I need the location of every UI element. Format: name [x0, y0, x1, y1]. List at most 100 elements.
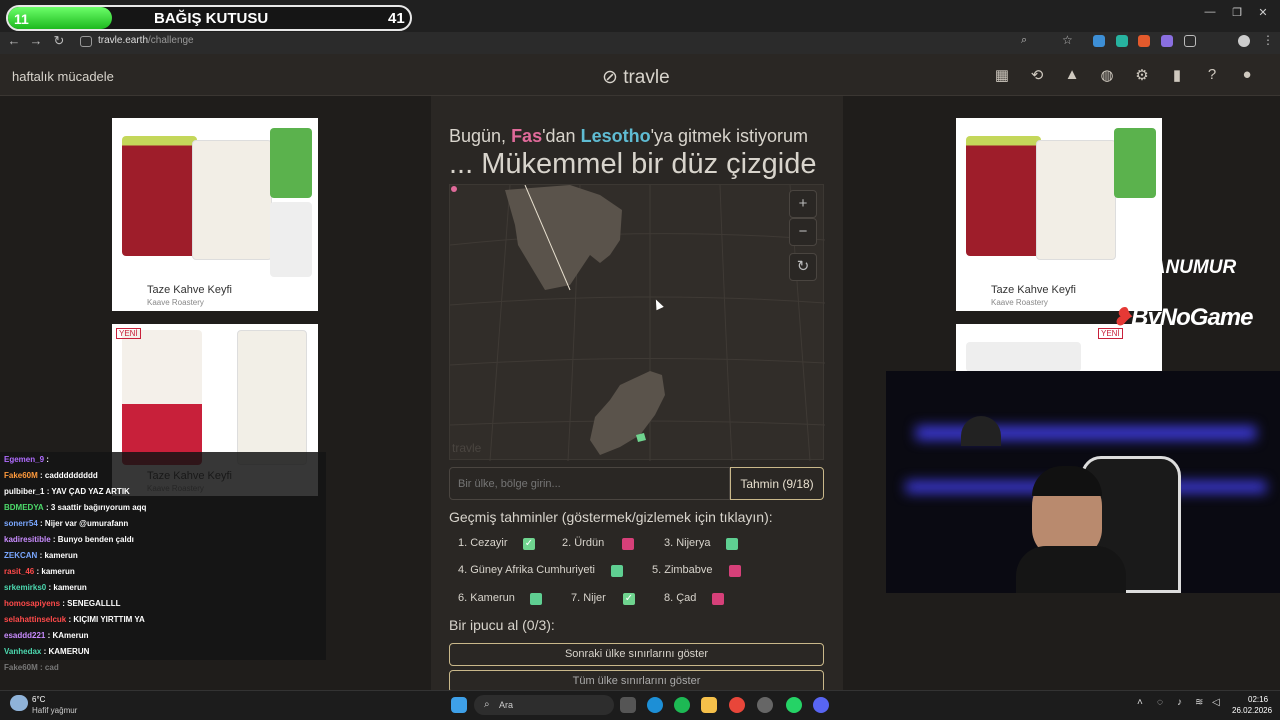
southern-africa-countries [590, 371, 665, 455]
help-icon[interactable]: ? [1203, 66, 1221, 84]
zoom-out-button[interactable]: − [789, 218, 817, 246]
chat-message: Vanhedax : KAMERUN [4, 647, 89, 656]
route-icon[interactable]: ⟲ [1028, 66, 1046, 84]
calendar-icon[interactable]: ▦ [993, 66, 1011, 84]
start-menu-icon[interactable] [451, 697, 467, 713]
extensions-puzzle-icon[interactable] [1184, 35, 1196, 47]
clock-date[interactable]: 26.02.2026 [1232, 706, 1272, 715]
chat-text: : SENEGALLLL [62, 599, 121, 608]
chat-username: Fake60M [4, 471, 38, 480]
stats-icon[interactable]: ▮ [1168, 66, 1186, 84]
spotify-icon[interactable] [674, 697, 690, 713]
maximize-icon[interactable]: ❐ [1227, 6, 1247, 19]
history-toggle[interactable]: Geçmiş tahminler (göstermek/gizlemek içi… [449, 509, 773, 525]
ad-product-image [1114, 128, 1156, 198]
target-country: Lesotho [580, 126, 651, 146]
graduation-cap-icon[interactable]: ▲ [1063, 66, 1081, 84]
ad-product-image [122, 136, 197, 256]
url-field[interactable]: travle.earth/challenge [98, 35, 194, 46]
challenge-question: Bugün, Fas'dan Lesotho'ya gitmek istiyor… [449, 126, 808, 147]
check-icon: ✓ [623, 593, 635, 605]
logo-text: travle [623, 67, 670, 88]
check-icon: ✓ [523, 538, 535, 550]
map-gridline [719, 184, 733, 462]
guess-status-badge [622, 538, 634, 550]
microphone-icon[interactable]: ♪ [1177, 697, 1182, 708]
country-search-input[interactable] [449, 467, 730, 500]
whatsapp-icon[interactable] [786, 697, 802, 713]
reload-icon[interactable]: ↻ [50, 33, 68, 49]
forward-icon[interactable]: → [27, 33, 45, 48]
show-next-borders-button[interactable]: Sonraki ülke sınırlarını göster [449, 643, 824, 666]
ad-product-image [237, 330, 307, 465]
zoom-icon[interactable]: ⌕ [1021, 34, 1027, 47]
weekly-challenge-link[interactable]: haftalık mücadele [12, 69, 114, 84]
start-country: Fas [511, 126, 543, 146]
reset-map-button[interactable]: ↻ [789, 253, 817, 281]
weather-icon[interactable] [10, 695, 28, 711]
file-explorer-icon[interactable] [701, 697, 717, 713]
chat-message: BDMEDYA : 3 saattir bağırıyorum aqq [4, 503, 146, 512]
ad-product-image [1036, 140, 1116, 260]
ad-banner-left-top[interactable]: Taze Kahve Keyfi Kaave Roastery [112, 118, 318, 311]
ad-banner-right-top[interactable]: Taze Kahve Keyfi Kaave Roastery [956, 118, 1162, 311]
ad-sponsor: Kaave Roastery [991, 298, 1048, 307]
extension-icon[interactable] [1138, 35, 1150, 47]
clock-time[interactable]: 02:16 [1248, 695, 1268, 704]
ad-caption: Taze Kahve Keyfi [147, 284, 232, 296]
ad-sponsor: Kaave Roastery [147, 298, 204, 307]
game-map[interactable] [449, 184, 826, 462]
chat-text: : kamerun [36, 567, 75, 576]
chat-message: Fake60M : cad [4, 663, 59, 672]
ad-product-image [270, 128, 312, 198]
ad-product-image [966, 342, 1081, 372]
chat-username: Egemen_9 [4, 455, 45, 464]
extension-icon[interactable] [1161, 35, 1173, 47]
chat-username: pulbiber_1 [4, 487, 45, 496]
ad-product-image [122, 330, 202, 465]
back-icon[interactable]: ← [5, 33, 23, 48]
chat-username: srkemirks0 [4, 583, 47, 592]
user-icon[interactable]: ● [1238, 66, 1256, 84]
chat-message: esaddd221 : KAmerun [4, 631, 88, 640]
guess-item: 4. Güney Afrika Cumhuriyeti [458, 564, 595, 576]
chat-text: : YAV ÇAD YAZ ARTIK [46, 487, 130, 496]
minimize-icon[interactable]: — [1200, 6, 1220, 18]
chat-text: : kamerun [48, 583, 87, 592]
chat-text: : 3 saattir bağırıyorum aqq [45, 503, 147, 512]
chat-username: kadiresitible [4, 535, 51, 544]
profile-avatar[interactable] [1238, 35, 1250, 47]
extension-icon[interactable] [1093, 35, 1105, 47]
guess-item: 8. Çad [664, 592, 697, 604]
gamepad-icon[interactable]: ◍ [1098, 66, 1116, 84]
gear-icon[interactable]: ⚙ [1133, 66, 1151, 84]
chat-username: Fake60M [4, 663, 38, 672]
guess-status-badge [729, 565, 741, 577]
guess-button[interactable]: Tahmin (9/18) [730, 467, 824, 500]
taskbar-search[interactable] [474, 695, 614, 715]
close-icon[interactable]: ✕ [1253, 6, 1273, 19]
guess-item: 1. Cezayir [458, 537, 508, 549]
discord-icon[interactable] [813, 697, 829, 713]
bookmark-star-icon[interactable]: ☆ [1062, 33, 1073, 47]
chevron-up-icon[interactable]: ˄ [1137, 697, 1143, 708]
site-info-icon[interactable] [80, 36, 92, 47]
chat-message: Egemen_9 : [4, 455, 49, 464]
weather-desc[interactable]: Hafif yağmur [32, 706, 77, 715]
site-logo[interactable]: ⊘ travle [602, 66, 670, 89]
edge-icon[interactable] [647, 697, 663, 713]
wifi-icon[interactable]: ≋ [1195, 697, 1203, 708]
menu-dots-icon[interactable]: ⋮ [1262, 33, 1274, 47]
extension-icon[interactable] [1116, 35, 1128, 47]
volume-icon[interactable]: ◁ [1212, 697, 1220, 708]
start-marker [451, 186, 457, 192]
task-view-icon[interactable] [620, 697, 636, 713]
question-mid: 'dan [542, 126, 581, 146]
donation-count: 11 [14, 11, 29, 27]
obs-icon[interactable] [757, 697, 773, 713]
network-icon[interactable]: ◌ [1157, 697, 1163, 708]
lamp [961, 416, 1001, 446]
chrome-icon[interactable] [729, 697, 745, 713]
weather-temp[interactable]: 6°C [32, 695, 45, 704]
zoom-in-button[interactable]: + [789, 190, 817, 218]
